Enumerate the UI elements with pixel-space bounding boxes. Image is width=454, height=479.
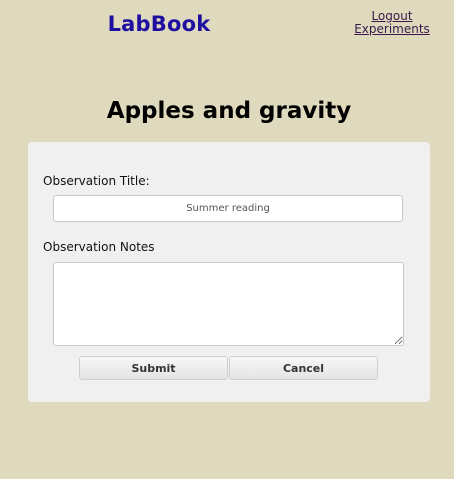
header-nav: Logout Experiments <box>340 10 444 36</box>
observation-form: Observation Title: Observation Notes Sub… <box>28 142 430 402</box>
submit-button[interactable]: Submit <box>79 356 228 380</box>
observation-notes-label: Observation Notes <box>43 240 155 254</box>
app-logo[interactable]: LabBook <box>0 12 318 36</box>
observation-notes-textarea[interactable] <box>53 262 404 346</box>
experiments-link[interactable]: Experiments <box>340 23 444 36</box>
cancel-button[interactable]: Cancel <box>229 356 378 380</box>
page-title: Apples and gravity <box>106 98 352 124</box>
observation-title-label: Observation Title: <box>43 174 150 188</box>
observation-title-input[interactable] <box>53 195 403 222</box>
